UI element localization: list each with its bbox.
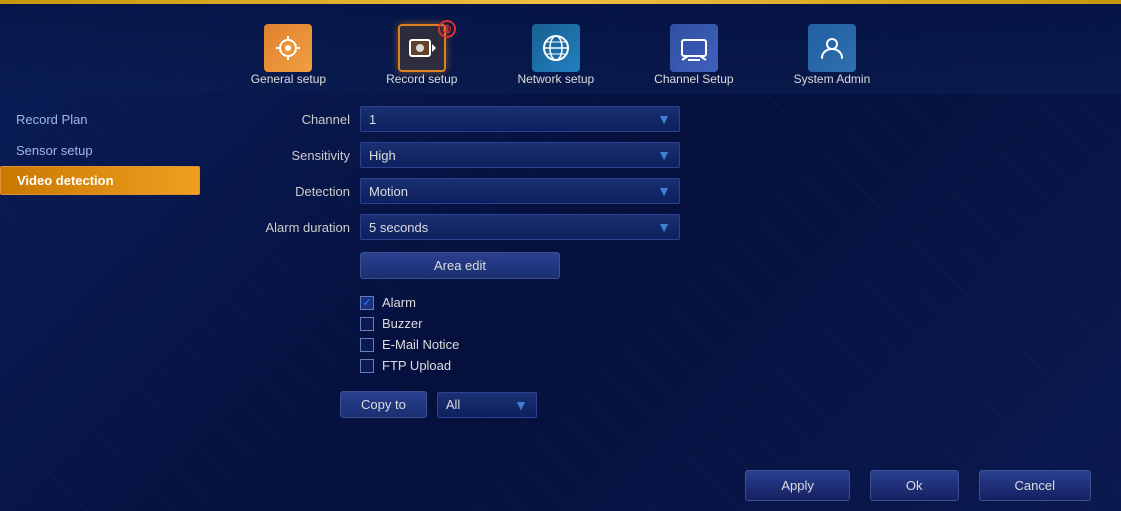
form-content: Channel 1 ▼ Sensitivity High ▼ Detection… — [200, 94, 1121, 511]
detection-dropdown[interactable]: Motion ▼ — [360, 178, 680, 204]
channel-dropdown[interactable]: 1 ▼ — [360, 106, 680, 132]
alarm-checkbox[interactable]: ✓ — [360, 296, 374, 310]
buzzer-checkbox[interactable] — [360, 317, 374, 331]
copy-to-value: All — [446, 397, 460, 412]
alarm-duration-value: 5 seconds — [369, 220, 428, 235]
email-label: E-Mail Notice — [382, 337, 459, 352]
nav-item-network[interactable]: Network setup — [517, 24, 594, 86]
system-admin-label: System Admin — [794, 72, 871, 86]
record-badge: ② — [438, 20, 456, 38]
sidebar-item-video-detection[interactable]: Video detection — [0, 166, 200, 195]
sensitivity-row: Sensitivity High ▼ — [220, 140, 1101, 170]
nav-item-general[interactable]: General setup — [251, 24, 326, 86]
alarm-label: Alarm — [382, 295, 416, 310]
cancel-button[interactable]: Cancel — [979, 470, 1091, 501]
record-setup-label: Record setup — [386, 72, 457, 86]
header-nav: General setup ② Record setup — [0, 4, 1121, 94]
nav-item-system[interactable]: System Admin — [794, 24, 871, 86]
copy-to-dropdown[interactable]: All ▼ — [437, 392, 537, 418]
channel-setup-icon — [670, 24, 718, 72]
channel-arrow: ▼ — [657, 111, 671, 127]
ftp-checkbox-row[interactable]: FTP Upload — [360, 358, 1101, 373]
channel-row: Channel 1 ▼ — [220, 104, 1101, 134]
ok-button[interactable]: Ok — [870, 470, 959, 501]
detection-value: Motion — [369, 184, 408, 199]
system-admin-icon — [808, 24, 856, 72]
buzzer-checkbox-row[interactable]: Buzzer — [360, 316, 1101, 331]
area-edit-button[interactable]: Area edit — [360, 252, 560, 279]
sidebar-group-record-plan: Record Plan — [0, 108, 200, 131]
ftp-label: FTP Upload — [382, 358, 451, 373]
email-checkbox-row[interactable]: E-Mail Notice — [360, 337, 1101, 352]
network-setup-icon — [532, 24, 580, 72]
sensitivity-dropdown[interactable]: High ▼ — [360, 142, 680, 168]
main-content: Record Plan Sensor setup Video detection… — [0, 94, 1121, 511]
channel-label: Channel — [220, 112, 350, 127]
apply-button[interactable]: Apply — [745, 470, 850, 501]
nav-item-record[interactable]: ② Record setup — [386, 24, 457, 86]
email-checkbox[interactable] — [360, 338, 374, 352]
alarm-duration-arrow: ▼ — [657, 219, 671, 235]
copy-to-arrow: ▼ — [514, 397, 528, 413]
checkboxes-section: ✓ Alarm Buzzer E-Mail Notice FTP Upload — [360, 295, 1101, 373]
alarm-duration-label: Alarm duration — [220, 220, 350, 235]
sensitivity-value: High — [369, 148, 396, 163]
ftp-checkbox[interactable] — [360, 359, 374, 373]
general-setup-label: General setup — [251, 72, 326, 86]
alarm-duration-dropdown[interactable]: 5 seconds ▼ — [360, 214, 680, 240]
general-setup-icon — [264, 24, 312, 72]
copy-to-row: Copy to All ▼ — [340, 391, 1101, 418]
bottom-action-bar: Apply Ok Cancel — [745, 470, 1091, 501]
buzzer-label: Buzzer — [382, 316, 422, 331]
sensitivity-arrow: ▼ — [657, 147, 671, 163]
channel-value: 1 — [369, 112, 376, 127]
sensitivity-label: Sensitivity — [220, 148, 350, 163]
alarm-checkbox-row[interactable]: ✓ Alarm — [360, 295, 1101, 310]
detection-label: Detection — [220, 184, 350, 199]
detection-arrow: ▼ — [657, 183, 671, 199]
detection-row: Detection Motion ▼ — [220, 176, 1101, 206]
nav-item-channel[interactable]: Channel Setup — [654, 24, 733, 86]
alarm-duration-row: Alarm duration 5 seconds ▼ — [220, 212, 1101, 242]
channel-setup-label: Channel Setup — [654, 72, 733, 86]
sidebar-group-sensor-setup: Sensor setup — [0, 139, 200, 162]
copy-to-button[interactable]: Copy to — [340, 391, 427, 418]
sidebar: Record Plan Sensor setup Video detection — [0, 94, 200, 511]
network-setup-label: Network setup — [517, 72, 594, 86]
